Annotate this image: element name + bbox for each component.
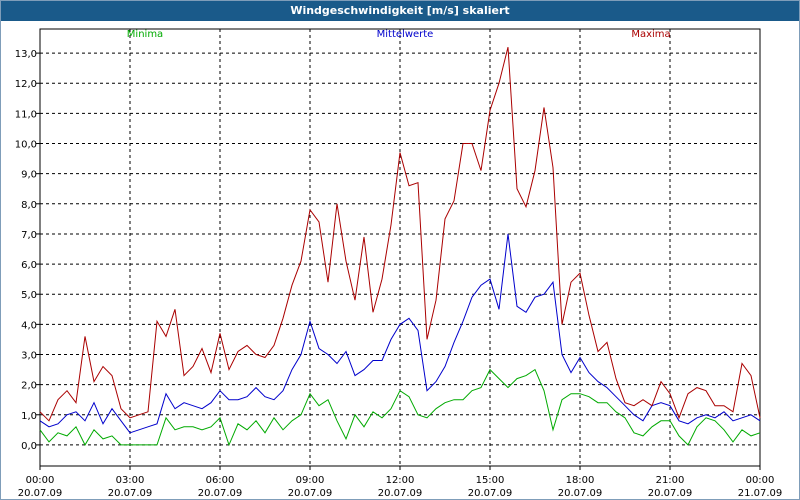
- y-tick-label: 3,0: [21, 350, 37, 361]
- x-tick-date: 20.07.09: [558, 488, 603, 499]
- y-tick-label: 6,0: [21, 260, 37, 271]
- x-tick-time: 21:00: [656, 475, 685, 486]
- y-tick-label: 9,0: [21, 170, 37, 181]
- x-tick-time: 18:00: [566, 475, 595, 486]
- x-tick-time: 15:00: [476, 475, 505, 486]
- y-tick-label: 2,0: [21, 381, 37, 392]
- legend-mittelwerte: Mittelwerte: [377, 29, 434, 40]
- x-tick-date: 20.07.09: [468, 488, 513, 499]
- y-tick-label: 8,0: [21, 200, 37, 211]
- x-axis-ticks: 00:00 20.07.09 03:00 20.07.09 06:00 20.07.09 0…: [18, 466, 783, 499]
- y-tick-label: 0,0: [21, 441, 37, 452]
- x-tick-date: 20.07.09: [648, 488, 693, 499]
- x-tick-date: 20.07.09: [198, 488, 243, 499]
- window-title: Windgeschwindigkeit [m/s] skaliert: [1, 1, 799, 21]
- y-tick-label: 4,0: [21, 320, 37, 331]
- x-tick-time: 00:00: [26, 475, 55, 486]
- chart-canvas: 0,0 1,0 2,0 3,0 4,0 5,0 6,0 7,0 8,0 9,0 10,0 11,0 12…: [15, 28, 783, 499]
- x-tick-date: 20.07.09: [108, 488, 153, 499]
- y-tick-label: 11,0: [15, 109, 37, 120]
- legend-minima: Minima: [127, 29, 163, 40]
- y-tick-label: 5,0: [21, 290, 37, 301]
- x-tick-date: 20.07.09: [288, 488, 333, 499]
- y-axis-ticks: 0,0 1,0 2,0 3,0 4,0 5,0 6,0 7,0 8,0 9,0 10,0 11,0 12…: [15, 49, 40, 452]
- x-tick-date: 21.07.09: [738, 488, 783, 499]
- legend-maxima: Maxima: [631, 29, 670, 40]
- x-tick-time: 00:00: [746, 475, 775, 486]
- y-tick-label: 12,0: [15, 79, 37, 90]
- y-tick-label: 1,0: [21, 411, 37, 422]
- x-tick-time: 06:00: [206, 475, 235, 486]
- y-tick-label: 13,0: [15, 49, 37, 60]
- x-tick-time: 03:00: [116, 475, 145, 486]
- x-tick-time: 12:00: [386, 475, 415, 486]
- x-tick-time: 09:00: [296, 475, 325, 486]
- x-tick-date: 20.07.09: [18, 488, 63, 499]
- y-tick-label: 10,0: [15, 140, 37, 151]
- x-tick-date: 20.07.09: [378, 488, 423, 499]
- y-tick-label: 7,0: [21, 230, 37, 241]
